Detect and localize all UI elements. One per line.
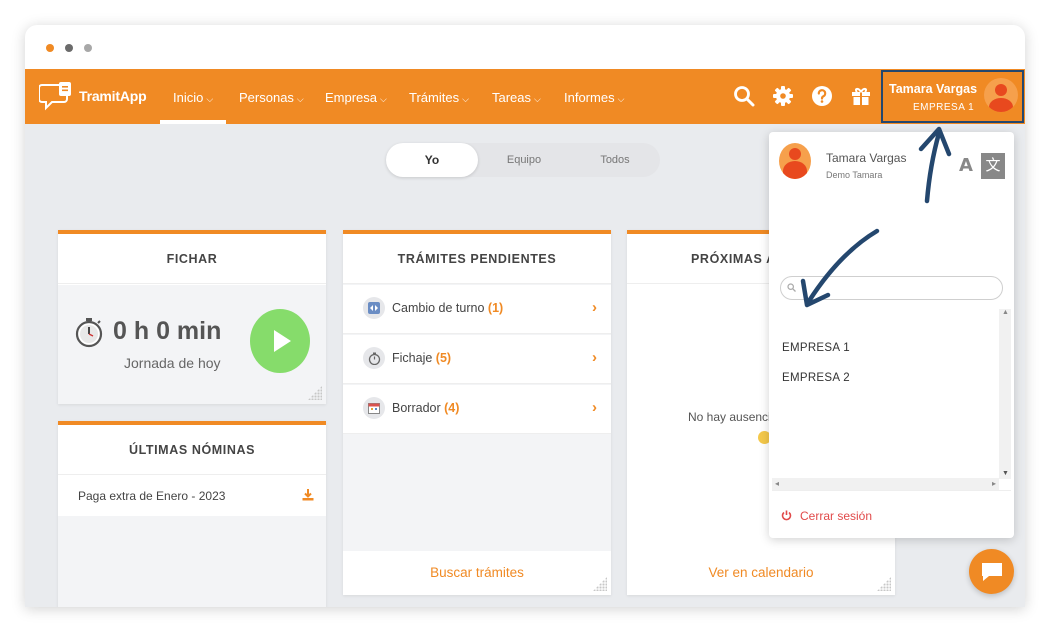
annotation-arrows (800, 126, 952, 308)
browser-window: TramitApp Inicio ⌵ Personas ⌵ Empresa ⌵ Trá… (25, 25, 1025, 607)
